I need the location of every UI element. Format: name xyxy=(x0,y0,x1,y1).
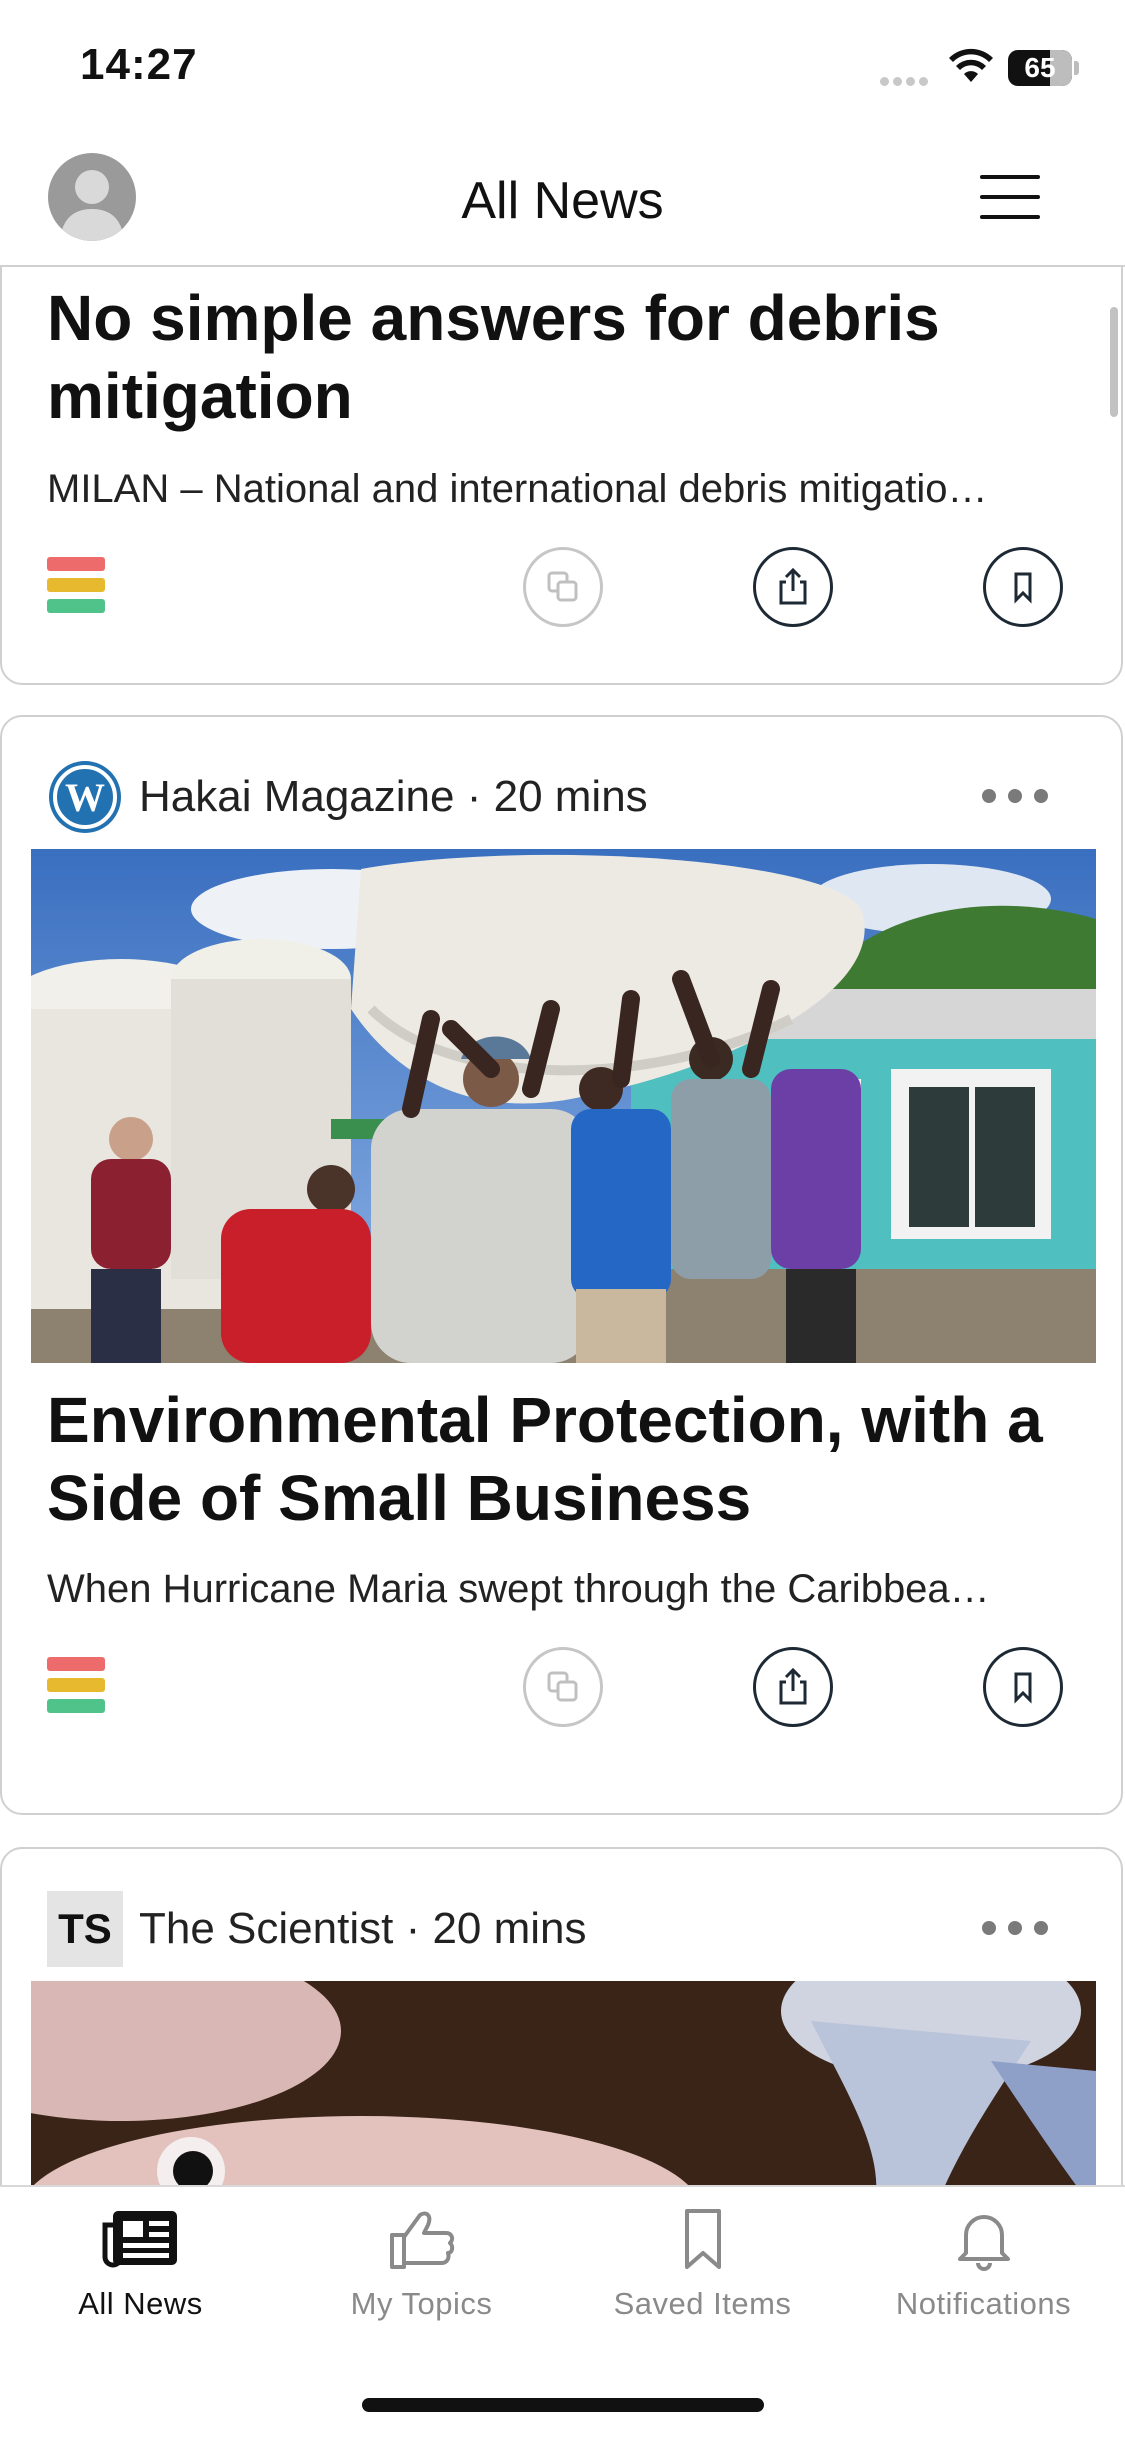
tab-label: Saved Items xyxy=(613,2286,792,2321)
stripe-yellow xyxy=(47,1678,105,1692)
page-title: All News xyxy=(461,172,664,230)
source-name: The Scientist xyxy=(139,1904,394,1953)
news-feed[interactable]: No simple answers for debris mitigation … xyxy=(0,265,1125,2185)
tab-label: My Topics xyxy=(350,2286,493,2321)
scrollbar[interactable] xyxy=(1110,307,1118,417)
source-logo-text: TS xyxy=(58,1905,112,1952)
article-image[interactable] xyxy=(31,849,1096,1363)
copy-button[interactable] xyxy=(523,1647,603,1727)
bookmark-icon xyxy=(1014,1672,1032,1704)
share-button[interactable] xyxy=(753,547,833,627)
article-age: 20 mins xyxy=(493,772,648,821)
svg-text:W: W xyxy=(65,775,105,820)
article-summary: MILAN – National and international debri… xyxy=(47,467,988,511)
tab-label: Notifications xyxy=(895,2286,1072,2321)
app-header: All News xyxy=(0,135,1125,267)
battery-icon: 65 xyxy=(1008,50,1072,86)
article-card[interactable]: No simple answers for debris mitigation … xyxy=(0,265,1123,685)
battery-level: 65 xyxy=(1024,52,1056,83)
category-stripes xyxy=(47,557,105,620)
share-icon xyxy=(779,1667,807,1705)
bookmark-icon xyxy=(684,2209,721,2269)
wifi-icon xyxy=(949,48,993,82)
stripe-green xyxy=(47,599,105,613)
tab-all-news[interactable]: All News xyxy=(0,2207,281,2322)
bell-icon xyxy=(957,2215,1010,2271)
status-time: 14:27 xyxy=(80,40,198,89)
source-logo: TS xyxy=(47,1891,123,1967)
category-stripes xyxy=(47,1657,105,1720)
tab-notifications[interactable]: Notifications xyxy=(843,2207,1124,2322)
article-headline[interactable]: No simple answers for debris mitigation xyxy=(47,279,1067,435)
copy-icon xyxy=(547,571,578,602)
cellular-signal-icon xyxy=(880,73,932,86)
thumbs-up-icon xyxy=(389,2211,454,2269)
fish-photo xyxy=(31,1981,1096,2185)
copy-icon xyxy=(547,1671,578,1702)
share-icon xyxy=(779,567,807,605)
battery-tip xyxy=(1074,61,1079,75)
hurricane-recovery-photo xyxy=(31,849,1096,1363)
tab-my-topics[interactable]: My Topics xyxy=(281,2207,562,2322)
article-source[interactable]: W Hakai Magazine · 20 mins xyxy=(47,759,648,835)
more-options-icon[interactable] xyxy=(982,1921,1060,1940)
copy-button[interactable] xyxy=(523,547,603,627)
article-headline[interactable]: Environmental Protection, with a Side of… xyxy=(47,1381,1067,1537)
article-card[interactable]: TS The Scientist · 20 mins xyxy=(0,1847,1123,2185)
tab-label: All News xyxy=(78,2286,203,2321)
article-age: 20 mins xyxy=(432,1904,587,1953)
source-name: Hakai Magazine xyxy=(139,772,455,821)
stripe-yellow xyxy=(47,578,105,592)
article-source[interactable]: TS The Scientist · 20 mins xyxy=(47,1891,587,1967)
bookmark-icon xyxy=(1014,572,1032,604)
share-button[interactable] xyxy=(753,1647,833,1727)
stripe-red xyxy=(47,1657,105,1671)
home-indicator[interactable] xyxy=(362,2398,764,2412)
wordpress-logo-icon: W xyxy=(49,761,121,833)
bookmark-button[interactable] xyxy=(983,1647,1063,1727)
article-image[interactable] xyxy=(31,1981,1096,2185)
stripe-green xyxy=(47,1699,105,1713)
tab-saved-items[interactable]: Saved Items xyxy=(562,2207,843,2322)
hamburger-menu-icon[interactable] xyxy=(980,175,1040,221)
more-options-icon[interactable] xyxy=(982,789,1060,808)
article-card[interactable]: W Hakai Magazine · 20 mins Environmental… xyxy=(0,715,1123,1815)
newspaper-icon xyxy=(102,2211,177,2268)
stripe-red xyxy=(47,557,105,571)
bookmark-button[interactable] xyxy=(983,547,1063,627)
article-summary: When Hurricane Maria swept through the C… xyxy=(47,1567,990,1611)
status-bar: 14:27 65 xyxy=(0,0,1125,135)
